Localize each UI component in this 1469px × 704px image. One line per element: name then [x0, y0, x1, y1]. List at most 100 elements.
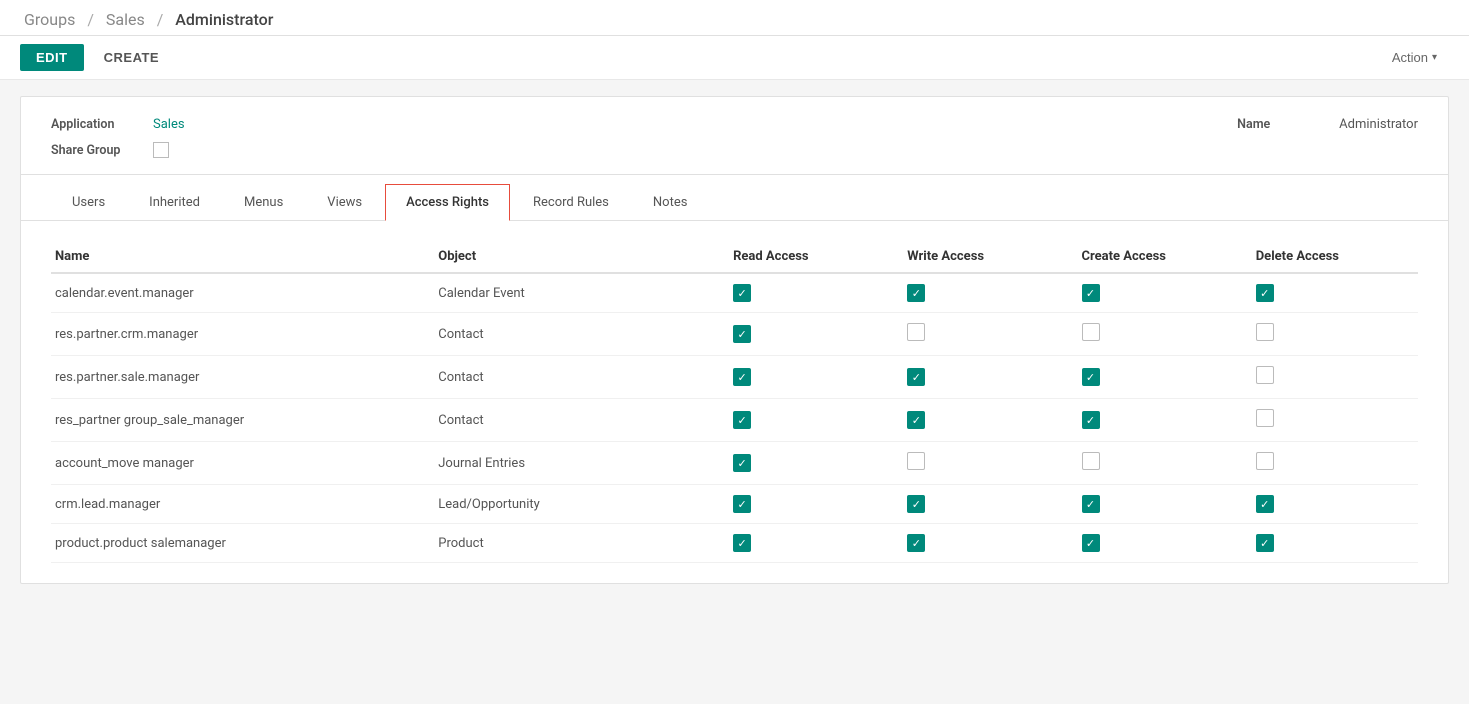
- cell-name: crm.lead.manager: [51, 485, 426, 524]
- cell-write: [895, 313, 1069, 356]
- cell-object: Contact: [426, 313, 721, 356]
- checkbox-empty[interactable]: [1256, 366, 1274, 384]
- cell-write: ✓: [895, 356, 1069, 399]
- tab-record-rules[interactable]: Record Rules: [512, 184, 630, 221]
- table-row: product.product salemanagerProduct ✓ ✓ ✓ ✓: [51, 524, 1418, 563]
- table-row: res_partner group_sale_managerContact ✓ ✓ ✓: [51, 399, 1418, 442]
- checkbox-checked[interactable]: ✓: [733, 495, 751, 513]
- breadcrumb-groups[interactable]: Groups: [24, 10, 75, 29]
- col-header-object: Object: [426, 241, 721, 273]
- breadcrumb-administrator: Administrator: [175, 10, 273, 29]
- cell-create: ✓: [1070, 524, 1244, 563]
- cell-read: ✓: [721, 273, 895, 313]
- cell-delete: [1244, 399, 1418, 442]
- cell-name: res_partner group_sale_manager: [51, 399, 426, 442]
- cell-name: res.partner.crm.manager: [51, 313, 426, 356]
- checkbox-checked[interactable]: ✓: [1082, 495, 1100, 513]
- breadcrumb-sales[interactable]: Sales: [106, 10, 145, 29]
- col-header-name: Name: [51, 241, 426, 273]
- tab-inherited[interactable]: Inherited: [128, 184, 221, 221]
- edit-button[interactable]: EDIT: [20, 44, 84, 71]
- checkbox-checked[interactable]: ✓: [1256, 534, 1274, 552]
- tabs-container: Users Inherited Menus Views Access Right…: [21, 174, 1448, 220]
- breadcrumb-sep-1: /: [87, 10, 98, 29]
- cell-create: ✓: [1070, 356, 1244, 399]
- cell-create: [1070, 442, 1244, 485]
- share-group-checkbox[interactable]: [153, 142, 169, 158]
- breadcrumb-sep-2: /: [157, 10, 168, 29]
- cell-name: account_move manager: [51, 442, 426, 485]
- table-row: res.partner.crm.managerContact ✓: [51, 313, 1418, 356]
- tab-menus[interactable]: Menus: [223, 184, 304, 221]
- col-header-read: Read Access: [721, 241, 895, 273]
- cell-read: ✓: [721, 399, 895, 442]
- cell-write: ✓: [895, 524, 1069, 563]
- checkbox-checked[interactable]: ✓: [733, 411, 751, 429]
- checkbox-empty[interactable]: [1082, 452, 1100, 470]
- name-field-row: Name Administrator: [1237, 117, 1418, 132]
- checkbox-empty[interactable]: [1082, 323, 1100, 341]
- checkbox-checked[interactable]: ✓: [907, 368, 925, 386]
- cell-object: Contact: [426, 399, 721, 442]
- cell-read: ✓: [721, 442, 895, 485]
- right-fields: Name Administrator: [1237, 117, 1418, 158]
- share-group-field-row: Share Group: [51, 142, 185, 158]
- col-header-write: Write Access: [895, 241, 1069, 273]
- checkbox-empty[interactable]: [1256, 409, 1274, 427]
- checkbox-checked[interactable]: ✓: [733, 368, 751, 386]
- application-field-row: Application Sales: [51, 117, 185, 132]
- cell-delete: [1244, 442, 1418, 485]
- cell-write: ✓: [895, 485, 1069, 524]
- checkbox-checked[interactable]: ✓: [1082, 368, 1100, 386]
- checkbox-empty[interactable]: [907, 323, 925, 341]
- checkbox-checked[interactable]: ✓: [1256, 495, 1274, 513]
- cell-read: ✓: [721, 313, 895, 356]
- tab-notes[interactable]: Notes: [632, 184, 709, 221]
- checkbox-checked[interactable]: ✓: [733, 284, 751, 302]
- cell-write: ✓: [895, 273, 1069, 313]
- share-group-label: Share Group: [51, 143, 141, 158]
- checkbox-checked[interactable]: ✓: [733, 325, 751, 343]
- cell-create: [1070, 313, 1244, 356]
- table-header-row: Name Object Read Access Write Access Cre…: [51, 241, 1418, 273]
- tab-access-rights[interactable]: Access Rights: [385, 184, 510, 221]
- table-row: calendar.event.managerCalendar Event✓✓✓✓: [51, 273, 1418, 313]
- checkbox-empty[interactable]: [907, 452, 925, 470]
- cell-object: Contact: [426, 356, 721, 399]
- checkbox-checked[interactable]: ✓: [1082, 284, 1100, 302]
- checkbox-checked[interactable]: ✓: [907, 495, 925, 513]
- checkbox-checked[interactable]: ✓: [1082, 534, 1100, 552]
- checkbox-checked[interactable]: ✓: [1082, 411, 1100, 429]
- checkbox-empty[interactable]: [1256, 452, 1274, 470]
- cell-delete: ✓: [1244, 524, 1418, 563]
- action-button[interactable]: Action: [1380, 44, 1449, 71]
- checkbox-checked[interactable]: ✓: [907, 284, 925, 302]
- cell-read: ✓: [721, 356, 895, 399]
- toolbar: EDIT CREATE Action: [0, 36, 1469, 80]
- cell-write: [895, 442, 1069, 485]
- name-label: Name: [1237, 117, 1327, 132]
- form-fields: Application Sales Share Group Name Admin…: [21, 97, 1448, 174]
- checkbox-checked[interactable]: ✓: [733, 454, 751, 472]
- cell-delete: [1244, 356, 1418, 399]
- left-fields: Application Sales Share Group: [51, 117, 185, 158]
- cell-object: Calendar Event: [426, 273, 721, 313]
- create-button[interactable]: CREATE: [92, 44, 171, 71]
- checkbox-checked[interactable]: ✓: [733, 534, 751, 552]
- cell-read: ✓: [721, 524, 895, 563]
- checkbox-checked[interactable]: ✓: [907, 411, 925, 429]
- application-label: Application: [51, 117, 141, 132]
- cell-name: product.product salemanager: [51, 524, 426, 563]
- tab-users[interactable]: Users: [51, 184, 126, 221]
- col-header-create: Create Access: [1070, 241, 1244, 273]
- form-container: Application Sales Share Group Name Admin…: [20, 96, 1449, 584]
- checkbox-empty[interactable]: [1256, 323, 1274, 341]
- access-rights-table: Name Object Read Access Write Access Cre…: [51, 241, 1418, 563]
- cell-object: Product: [426, 524, 721, 563]
- application-value: Sales: [153, 117, 185, 132]
- checkbox-checked[interactable]: ✓: [1256, 284, 1274, 302]
- cell-object: Journal Entries: [426, 442, 721, 485]
- checkbox-checked[interactable]: ✓: [907, 534, 925, 552]
- tab-views[interactable]: Views: [306, 184, 383, 221]
- cell-create: ✓: [1070, 485, 1244, 524]
